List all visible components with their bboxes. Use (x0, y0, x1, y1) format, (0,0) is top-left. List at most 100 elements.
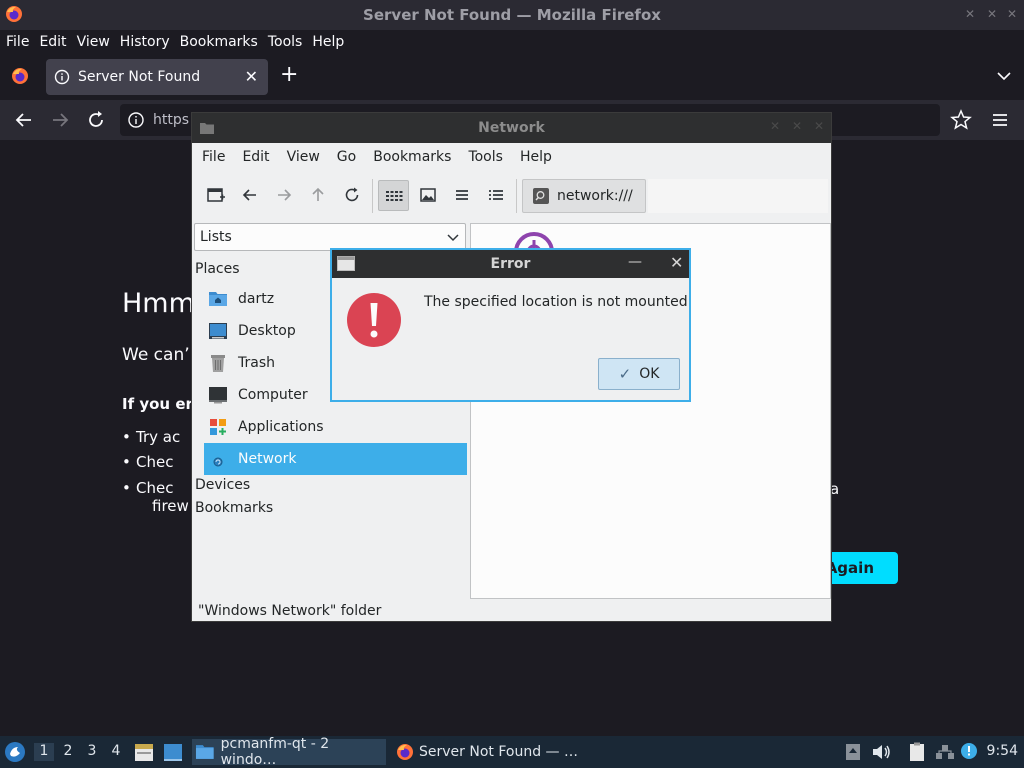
chevron-down-icon[interactable] (994, 66, 1014, 86)
error-dialog: Error — ✕ The specified location is not … (330, 248, 691, 402)
new-tab-icon[interactable] (206, 185, 226, 205)
location-bar-empty-space[interactable] (648, 179, 828, 213)
workspace-3[interactable]: 3 (82, 743, 102, 761)
reload-icon[interactable] (342, 185, 362, 205)
error-dialog-titlebar: Error — ✕ (332, 250, 689, 278)
tray-upload-icon[interactable] (842, 741, 864, 763)
menu-bookmarks[interactable]: Bookmarks (180, 34, 258, 50)
desktop-icon (209, 323, 227, 339)
network-status-icon[interactable] (934, 741, 956, 763)
location-bar[interactable]: network:/// (522, 179, 646, 213)
fm-menu-help[interactable]: Help (520, 149, 552, 165)
tab-server-not-found[interactable]: Server Not Found ✕ (46, 59, 268, 95)
sidebar-item-label: Desktop (238, 323, 296, 339)
fm-maximize-icon[interactable]: ✕ (792, 119, 802, 133)
sidebar-item-label: Computer (238, 387, 308, 403)
section-bookmarks[interactable]: Bookmarks (195, 500, 273, 516)
sidebar-item-label: Applications (238, 419, 324, 435)
file-manager-launcher-icon[interactable] (133, 741, 155, 763)
search-icon (533, 188, 549, 204)
volume-icon[interactable] (870, 741, 892, 763)
thumbnail-view-icon[interactable] (418, 185, 438, 205)
menu-tools[interactable]: Tools (268, 34, 303, 50)
file-manager-toolbar: network:/// (192, 171, 831, 221)
status-bar-text: "Windows Network" folder (198, 603, 382, 619)
detailed-list-view-icon[interactable] (486, 185, 506, 205)
updates-icon[interactable] (958, 741, 980, 763)
fm-close-icon[interactable]: ✕ (814, 119, 824, 133)
back-icon[interactable] (12, 108, 36, 132)
firefox-view-icon[interactable] (10, 66, 30, 86)
forward-icon[interactable] (48, 108, 72, 132)
sidebar-item-applications[interactable]: Applications (204, 411, 467, 443)
up-icon[interactable] (308, 185, 328, 205)
error-icon (347, 293, 401, 347)
icon-view-button[interactable] (378, 180, 409, 211)
task-label: pcmanfm-qt - 2 windo… (220, 736, 330, 768)
task-pcmanfm[interactable]: pcmanfm-qt - 2 windo… (192, 736, 386, 768)
applications-icon (210, 419, 226, 435)
workspace-1[interactable]: 1 (34, 743, 54, 761)
sidebar-item-label: Network (238, 451, 297, 467)
menu-help[interactable]: Help (312, 34, 344, 50)
menu-file[interactable]: File (6, 34, 29, 50)
back-icon[interactable] (240, 185, 260, 205)
clipboard-icon[interactable] (906, 741, 928, 763)
fm-menu-go[interactable]: Go (337, 149, 356, 165)
menu-history[interactable]: History (120, 34, 170, 50)
folder-icon (200, 123, 214, 134)
fm-menu-tools[interactable]: Tools (468, 149, 503, 165)
trash-icon (211, 355, 225, 372)
fm-minimize-icon[interactable]: ✕ (770, 119, 780, 133)
firefox-window-title: Server Not Found — Mozilla Firefox (363, 6, 661, 24)
section-places[interactable]: Places (195, 261, 240, 277)
fm-menu-file[interactable]: File (202, 149, 225, 165)
file-manager-window-title: Network (478, 120, 545, 136)
menu-view[interactable]: View (77, 34, 110, 50)
error-message: The specified location is not mounted (424, 294, 688, 310)
fm-menu-bookmarks[interactable]: Bookmarks (373, 149, 451, 165)
tab-close-icon[interactable]: ✕ (245, 67, 258, 86)
sidebar-item-label: Trash (238, 355, 275, 371)
firefox-logo-icon (6, 6, 22, 22)
compact-view-icon[interactable] (452, 185, 472, 205)
show-desktop-icon[interactable] (162, 741, 184, 763)
toolbar-separator (516, 179, 517, 213)
fm-menu-edit[interactable]: Edit (242, 149, 269, 165)
info-icon (54, 69, 70, 85)
side-pane-mode-select[interactable]: Lists (194, 223, 466, 251)
forward-icon[interactable] (274, 185, 294, 205)
error-dialog-title: Error (490, 256, 531, 272)
ok-button[interactable]: ✓ OK (598, 358, 680, 390)
side-pane-mode-value: Lists (200, 229, 232, 245)
section-devices[interactable]: Devices (195, 477, 250, 493)
site-info-icon[interactable] (126, 110, 146, 130)
sidebar-item-network[interactable]: Network (204, 443, 467, 475)
file-manager-titlebar: Network ✕ ✕ ✕ (192, 113, 831, 143)
minimize-icon[interactable]: ✕ (962, 7, 978, 21)
firefox-menubar: File Edit View History Bookmarks Tools H… (0, 30, 1024, 54)
close-icon[interactable]: ✕ (1004, 7, 1020, 21)
fm-menu-view[interactable]: View (287, 149, 320, 165)
location-text: network:/// (557, 188, 633, 204)
maximize-icon[interactable]: ✕ (984, 7, 1000, 21)
dialog-minimize-icon[interactable]: — (628, 254, 642, 270)
start-menu-icon[interactable] (4, 741, 26, 763)
task-firefox[interactable]: Server Not Found — … (392, 739, 582, 765)
workspace-4[interactable]: 4 (106, 743, 126, 761)
chevron-down-icon (447, 234, 459, 242)
hamburger-menu-icon[interactable] (988, 108, 1012, 132)
reload-icon[interactable] (84, 108, 108, 132)
url-text: https (153, 112, 190, 128)
folder-icon (195, 745, 214, 759)
clock[interactable]: 9:54 (987, 743, 1018, 759)
firefox-logo-icon (397, 744, 413, 760)
new-tab-icon[interactable]: + (280, 64, 298, 86)
workspace-2[interactable]: 2 (58, 743, 78, 761)
checkmark-icon: ✓ (618, 365, 632, 383)
menu-edit[interactable]: Edit (39, 34, 66, 50)
dialog-close-icon[interactable]: ✕ (670, 253, 683, 272)
firefox-titlebar: Server Not Found — Mozilla Firefox ✕ ✕ ✕ (0, 0, 1024, 30)
ok-button-label: OK (639, 366, 660, 382)
bookmark-star-icon[interactable] (949, 108, 973, 132)
